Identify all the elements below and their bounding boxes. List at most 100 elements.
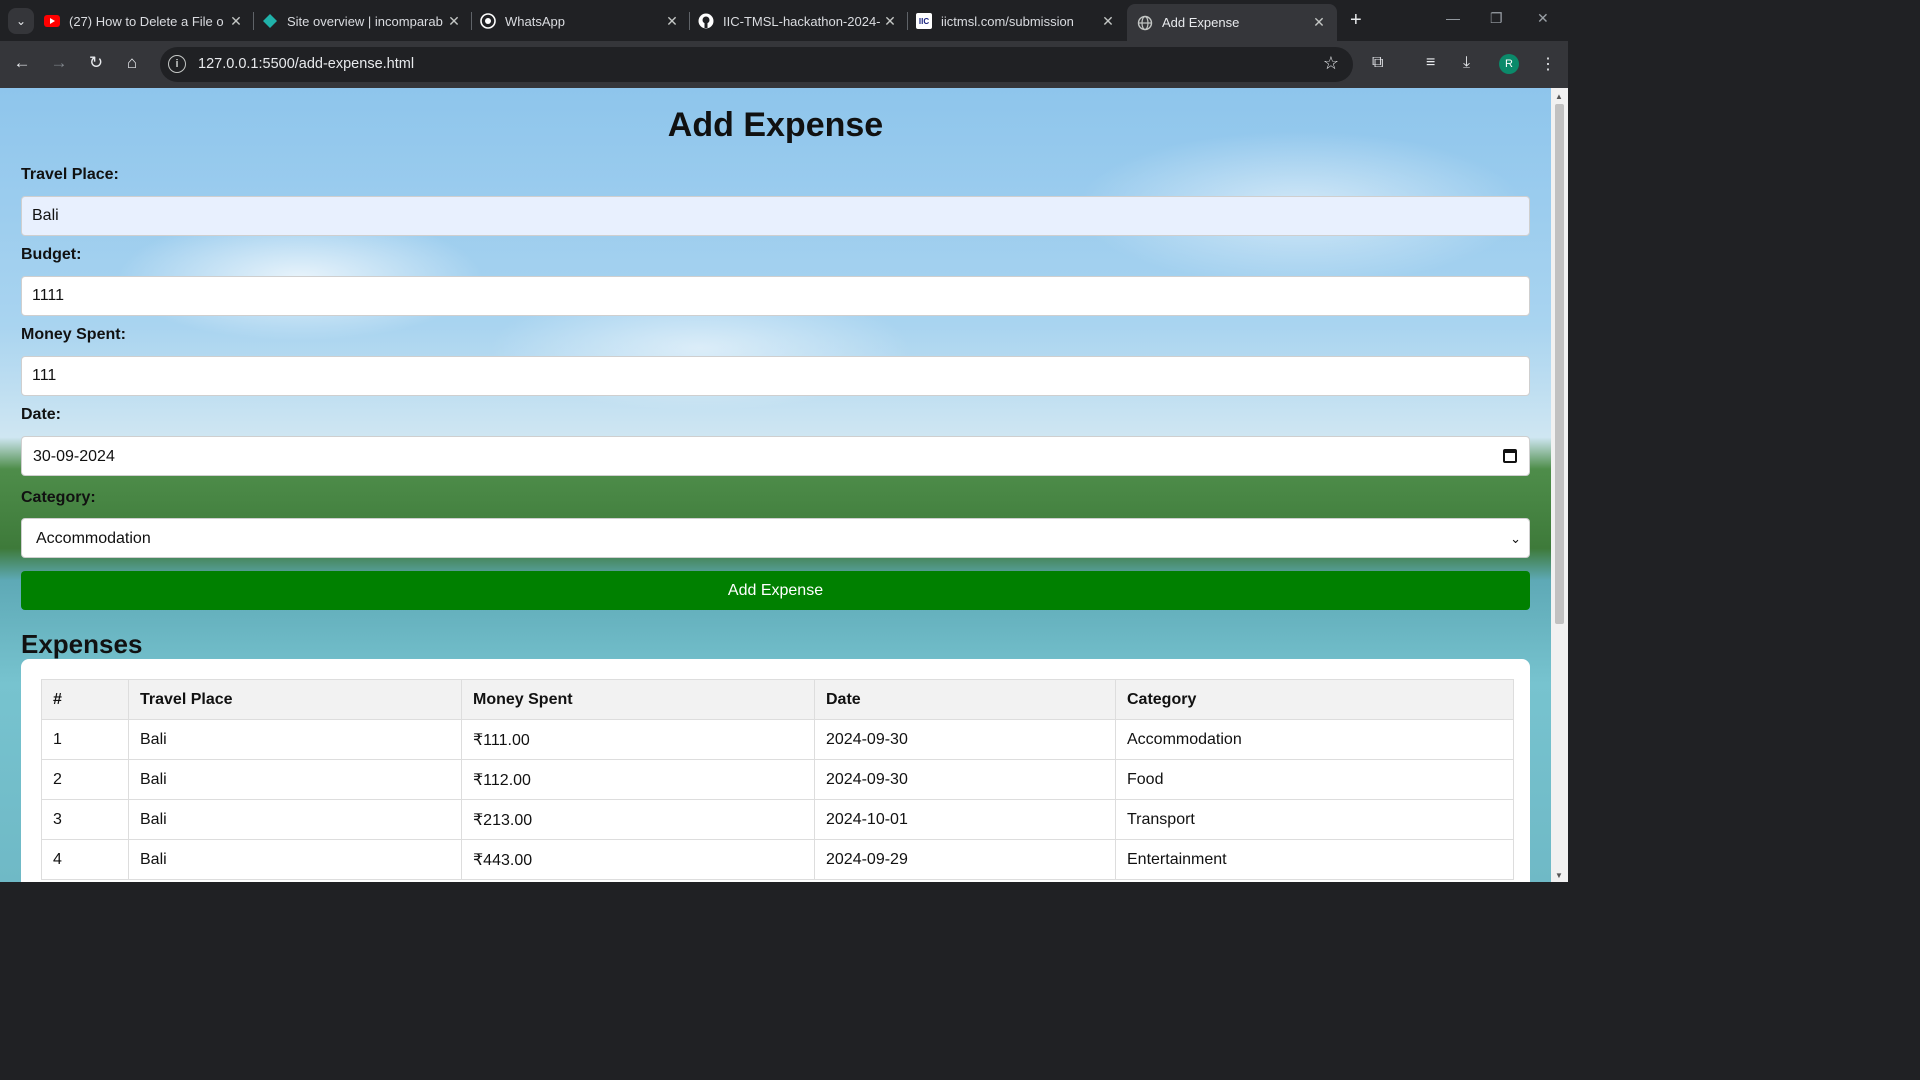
cell-category: Food xyxy=(1115,759,1514,800)
whatsapp-icon xyxy=(480,13,496,29)
tab-title: iictmsl.com/submission xyxy=(941,13,1074,29)
tab-divider xyxy=(253,12,254,30)
reload-icon[interactable]: ↻ xyxy=(85,53,107,73)
tab-github[interactable]: IIC-TMSL-hackathon-2024- ✕ xyxy=(698,6,898,36)
close-icon[interactable]: ✕ xyxy=(882,13,898,30)
table-header-row: # Travel Place Money Spent Date Category xyxy=(41,679,1514,720)
table-row: 3 Bali ₹213.00 2024-10-01 Transport xyxy=(41,799,1514,840)
tab-divider xyxy=(907,12,908,30)
date-label: Date: xyxy=(21,406,62,423)
media-controls-icon[interactable]: ≡ xyxy=(1426,54,1435,72)
money-spent-label: Money Spent: xyxy=(21,326,126,343)
cell-money-spent: ₹112.00 xyxy=(461,759,815,800)
cell-date: 2024-09-29 xyxy=(814,839,1116,880)
cell-date: 2024-10-01 xyxy=(814,799,1116,840)
github-icon xyxy=(698,13,714,29)
expenses-table: # Travel Place Money Spent Date Category… xyxy=(41,679,1514,880)
cell-category: Transport xyxy=(1115,799,1514,840)
close-icon[interactable]: ✕ xyxy=(1311,14,1327,31)
cell-number: 4 xyxy=(41,839,129,880)
tab-divider xyxy=(689,12,690,30)
bookmark-star-icon[interactable]: ☆ xyxy=(1323,53,1339,74)
column-header-number: # xyxy=(41,679,129,720)
download-icon[interactable]: ⤓ xyxy=(1463,54,1470,72)
minimize-icon[interactable]: — xyxy=(1446,10,1460,26)
calendar-icon[interactable] xyxy=(1503,449,1517,463)
expenses-table-card: # Travel Place Money Spent Date Category… xyxy=(21,659,1530,882)
page-scrollbar[interactable]: ▲ ▼ xyxy=(1551,88,1568,882)
category-select[interactable]: Accommodation ⌄ xyxy=(21,518,1530,558)
category-label: Category: xyxy=(21,489,96,506)
tab-add-expense[interactable]: Add Expense ✕ xyxy=(1127,4,1337,41)
tab-site-overview[interactable]: Site overview | incomparab ✕ xyxy=(262,6,462,36)
travel-place-input[interactable] xyxy=(21,196,1530,236)
date-input[interactable]: 30-09-2024 xyxy=(21,436,1530,476)
chevron-down-icon: ⌄ xyxy=(1510,531,1521,546)
close-icon[interactable]: ✕ xyxy=(664,13,680,30)
add-expense-button[interactable]: Add Expense xyxy=(21,571,1530,610)
tab-iictmsl[interactable]: IIC iictmsl.com/submission ✕ xyxy=(916,6,1116,36)
scrollbar-thumb[interactable] xyxy=(1555,104,1564,624)
close-icon[interactable]: ✕ xyxy=(1100,13,1116,30)
tab-title: Site overview | incomparab xyxy=(287,13,443,29)
cell-date: 2024-09-30 xyxy=(814,719,1116,760)
chevron-down-icon: ⌄ xyxy=(15,14,27,28)
url-text[interactable]: 127.0.0.1:5500/add-expense.html xyxy=(198,56,414,72)
extensions-icon[interactable]: ⧉ xyxy=(1372,54,1383,72)
cell-travel-place: Bali xyxy=(128,839,462,880)
column-header-money-spent: Money Spent xyxy=(461,679,815,720)
tab-title: Add Expense xyxy=(1162,15,1240,30)
column-header-category: Category xyxy=(1115,679,1514,720)
tab-title: (27) How to Delete a File o xyxy=(69,13,224,29)
window-close-icon[interactable]: ✕ xyxy=(1537,10,1549,27)
budget-label: Budget: xyxy=(21,246,82,263)
youtube-icon xyxy=(44,13,60,29)
cell-category: Entertainment xyxy=(1115,839,1514,880)
diamond-icon xyxy=(262,13,278,29)
budget-input[interactable] xyxy=(21,276,1530,316)
home-icon[interactable]: ⌂ xyxy=(121,53,143,73)
cell-number: 1 xyxy=(41,719,129,760)
cell-travel-place: Bali xyxy=(128,799,462,840)
restore-icon[interactable]: ❐ xyxy=(1490,10,1503,27)
close-icon[interactable]: ✕ xyxy=(228,13,244,30)
tab-strip: ⌄ (27) How to Delete a File o ✕ Site ove… xyxy=(0,0,1568,41)
cell-category: Accommodation xyxy=(1115,719,1514,760)
page-title: Add Expense xyxy=(667,106,884,144)
category-selected-value: Accommodation xyxy=(36,530,151,547)
cell-money-spent: ₹213.00 xyxy=(461,799,815,840)
new-tab-icon[interactable]: + xyxy=(1350,10,1362,30)
cell-money-spent: ₹111.00 xyxy=(461,719,815,760)
table-row: 4 Bali ₹443.00 2024-09-29 Entertainment xyxy=(41,839,1514,880)
close-icon[interactable]: ✕ xyxy=(446,13,462,30)
date-value: 30-09-2024 xyxy=(33,448,115,465)
travel-place-label: Travel Place: xyxy=(21,166,119,183)
cell-number: 3 xyxy=(41,799,129,840)
money-spent-input[interactable] xyxy=(21,356,1530,396)
cell-travel-place: Bali xyxy=(128,759,462,800)
cell-travel-place: Bali xyxy=(128,719,462,760)
tab-whatsapp[interactable]: WhatsApp ✕ xyxy=(480,6,680,36)
page-viewport: Add Expense Travel Place: Budget: Money … xyxy=(0,88,1551,882)
expenses-heading: Expenses xyxy=(21,629,143,659)
iic-logo-text: IIC xyxy=(918,16,930,26)
menu-kebab-icon[interactable]: ⋮ xyxy=(1540,54,1556,74)
cell-money-spent: ₹443.00 xyxy=(461,839,815,880)
tab-search-button[interactable]: ⌄ xyxy=(8,8,34,34)
globe-icon xyxy=(1137,15,1153,31)
tab-youtube[interactable]: (27) How to Delete a File o ✕ xyxy=(44,6,244,36)
tab-divider xyxy=(471,12,472,30)
tab-title: WhatsApp xyxy=(505,13,565,29)
iic-icon: IIC xyxy=(916,13,932,29)
scroll-up-icon[interactable]: ▲ xyxy=(1555,92,1563,101)
forward-icon[interactable]: → xyxy=(48,53,70,73)
table-row: 1 Bali ₹111.00 2024-09-30 Accommodation xyxy=(41,719,1514,760)
back-icon[interactable]: ← xyxy=(11,53,33,73)
column-header-date: Date xyxy=(814,679,1116,720)
scroll-down-icon[interactable]: ▼ xyxy=(1555,871,1563,880)
profile-avatar[interactable]: R xyxy=(1499,54,1519,74)
address-bar[interactable]: i 127.0.0.1:5500/add-expense.html ☆ xyxy=(160,47,1353,82)
tab-title: IIC-TMSL-hackathon-2024- xyxy=(723,13,881,29)
table-row: 2 Bali ₹112.00 2024-09-30 Food xyxy=(41,759,1514,800)
site-info-icon[interactable]: i xyxy=(168,55,186,73)
